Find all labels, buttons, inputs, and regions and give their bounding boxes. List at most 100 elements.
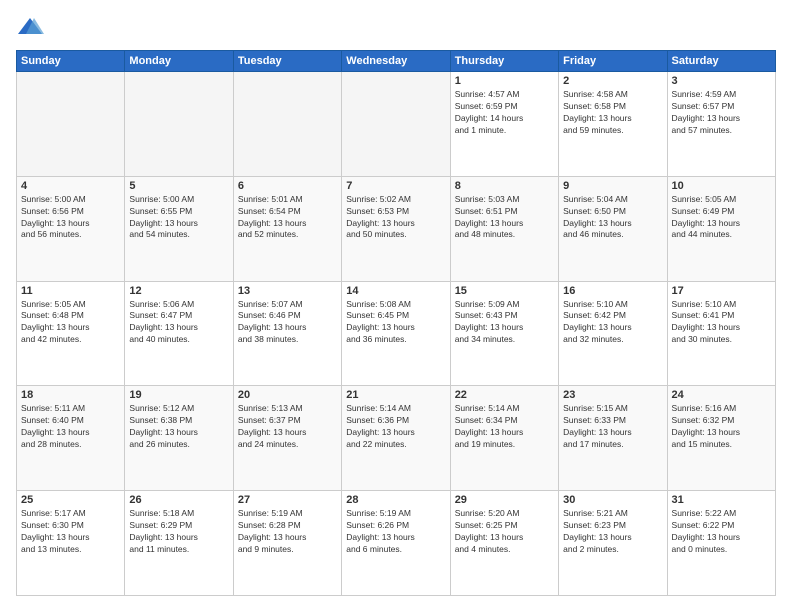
- day-info: Sunrise: 5:14 AM Sunset: 6:34 PM Dayligh…: [455, 403, 554, 451]
- day-cell: 7Sunrise: 5:02 AM Sunset: 6:53 PM Daylig…: [342, 176, 450, 281]
- day-cell: [233, 72, 341, 177]
- logo-icon: [16, 16, 44, 40]
- day-cell: 19 Sunrise: 5:12 AM Sunset: 6:38 PM Dayli…: [125, 386, 233, 491]
- day-info: Sunrise: 5:14 AM Sunset: 6:36 PM Dayligh…: [346, 403, 445, 451]
- day-cell: 26 Sunrise: 5:18 AM Sunset: 6:29 PM Dayli…: [125, 491, 233, 596]
- day-number: 2: [563, 75, 662, 87]
- day-cell: 17 Sunrise: 5:10 AM Sunset: 6:41 PM Dayli…: [667, 281, 775, 386]
- day-cell: 31 Sunrise: 5:22 AM Sunset: 6:22 PM Dayli…: [667, 491, 775, 596]
- day-cell: 18Sunrise: 5:11 AM Sunset: 6:40 PM Dayli…: [17, 386, 125, 491]
- day-info: Sunrise: 5:22 AM Sunset: 6:22 PM Dayligh…: [672, 508, 771, 556]
- day-info: Sunrise: 5:21 AM Sunset: 6:23 PM Dayligh…: [563, 508, 662, 556]
- header: [16, 16, 776, 40]
- day-info: Sunrise: 5:11 AM Sunset: 6:40 PM Dayligh…: [21, 403, 120, 451]
- day-cell: 5 Sunrise: 5:00 AM Sunset: 6:55 PM Daylig…: [125, 176, 233, 281]
- weekday-wednesday: Wednesday: [342, 51, 450, 72]
- day-info: Sunrise: 5:19 AM Sunset: 6:26 PM Dayligh…: [346, 508, 445, 556]
- day-cell: 21 Sunrise: 5:14 AM Sunset: 6:36 PM Dayli…: [342, 386, 450, 491]
- day-number: 16: [563, 285, 662, 297]
- weekday-monday: Monday: [125, 51, 233, 72]
- weekday-sunday: Sunday: [17, 51, 125, 72]
- day-number: 29: [455, 494, 554, 506]
- day-number: 28: [346, 494, 445, 506]
- logo: [16, 16, 48, 40]
- day-number: 26: [129, 494, 228, 506]
- day-info: Sunrise: 5:05 AM Sunset: 6:49 PM Dayligh…: [672, 194, 771, 242]
- day-info: Sunrise: 5:15 AM Sunset: 6:33 PM Dayligh…: [563, 403, 662, 451]
- day-cell: 16 Sunrise: 5:10 AM Sunset: 6:42 PM Dayli…: [559, 281, 667, 386]
- day-cell: 20Sunrise: 5:13 AM Sunset: 6:37 PM Dayli…: [233, 386, 341, 491]
- day-cell: 15Sunrise: 5:09 AM Sunset: 6:43 PM Dayli…: [450, 281, 558, 386]
- day-number: 9: [563, 180, 662, 192]
- weekday-tuesday: Tuesday: [233, 51, 341, 72]
- day-cell: 3 Sunrise: 4:59 AM Sunset: 6:57 PM Daylig…: [667, 72, 775, 177]
- day-cell: 4 Sunrise: 5:00 AM Sunset: 6:56 PM Daylig…: [17, 176, 125, 281]
- day-info: Sunrise: 5:00 AM Sunset: 6:56 PM Dayligh…: [21, 194, 120, 242]
- weekday-saturday: Saturday: [667, 51, 775, 72]
- day-cell: 2 Sunrise: 4:58 AM Sunset: 6:58 PM Daylig…: [559, 72, 667, 177]
- day-number: 25: [21, 494, 120, 506]
- day-number: 3: [672, 75, 771, 87]
- day-cell: 22 Sunrise: 5:14 AM Sunset: 6:34 PM Dayli…: [450, 386, 558, 491]
- day-cell: 30 Sunrise: 5:21 AM Sunset: 6:23 PM Dayli…: [559, 491, 667, 596]
- day-info: Sunrise: 5:19 AM Sunset: 6:28 PM Dayligh…: [238, 508, 337, 556]
- day-number: 19: [129, 389, 228, 401]
- calendar-table: SundayMondayTuesdayWednesdayThursdayFrid…: [16, 50, 776, 596]
- day-info: Sunrise: 5:12 AM Sunset: 6:38 PM Dayligh…: [129, 403, 228, 451]
- week-row-4: 25 Sunrise: 5:17 AM Sunset: 6:30 PM Dayli…: [17, 491, 776, 596]
- day-info: Sunrise: 5:16 AM Sunset: 6:32 PM Dayligh…: [672, 403, 771, 451]
- day-number: 13: [238, 285, 337, 297]
- day-cell: 23 Sunrise: 5:15 AM Sunset: 6:33 PM Dayli…: [559, 386, 667, 491]
- day-info: Sunrise: 5:10 AM Sunset: 6:42 PM Dayligh…: [563, 299, 662, 347]
- day-info: Sunrise: 5:10 AM Sunset: 6:41 PM Dayligh…: [672, 299, 771, 347]
- week-row-1: 4 Sunrise: 5:00 AM Sunset: 6:56 PM Daylig…: [17, 176, 776, 281]
- day-number: 23: [563, 389, 662, 401]
- weekday-thursday: Thursday: [450, 51, 558, 72]
- day-info: Sunrise: 4:59 AM Sunset: 6:57 PM Dayligh…: [672, 89, 771, 137]
- week-row-2: 11 Sunrise: 5:05 AM Sunset: 6:48 PM Dayli…: [17, 281, 776, 386]
- day-number: 30: [563, 494, 662, 506]
- day-cell: [17, 72, 125, 177]
- day-info: Sunrise: 5:18 AM Sunset: 6:29 PM Dayligh…: [129, 508, 228, 556]
- day-cell: 27Sunrise: 5:19 AM Sunset: 6:28 PM Dayli…: [233, 491, 341, 596]
- day-number: 5: [129, 180, 228, 192]
- day-info: Sunrise: 5:17 AM Sunset: 6:30 PM Dayligh…: [21, 508, 120, 556]
- day-cell: [125, 72, 233, 177]
- day-info: Sunrise: 5:05 AM Sunset: 6:48 PM Dayligh…: [21, 299, 120, 347]
- day-info: Sunrise: 5:07 AM Sunset: 6:46 PM Dayligh…: [238, 299, 337, 347]
- day-cell: 12Sunrise: 5:06 AM Sunset: 6:47 PM Dayli…: [125, 281, 233, 386]
- day-info: Sunrise: 5:00 AM Sunset: 6:55 PM Dayligh…: [129, 194, 228, 242]
- day-number: 4: [21, 180, 120, 192]
- week-row-3: 18Sunrise: 5:11 AM Sunset: 6:40 PM Dayli…: [17, 386, 776, 491]
- day-number: 22: [455, 389, 554, 401]
- day-info: Sunrise: 4:58 AM Sunset: 6:58 PM Dayligh…: [563, 89, 662, 137]
- weekday-header-row: SundayMondayTuesdayWednesdayThursdayFrid…: [17, 51, 776, 72]
- day-cell: 28 Sunrise: 5:19 AM Sunset: 6:26 PM Dayli…: [342, 491, 450, 596]
- day-number: 7: [346, 180, 445, 192]
- day-info: Sunrise: 4:57 AM Sunset: 6:59 PM Dayligh…: [455, 89, 554, 137]
- day-info: Sunrise: 5:01 AM Sunset: 6:54 PM Dayligh…: [238, 194, 337, 242]
- day-info: Sunrise: 5:04 AM Sunset: 6:50 PM Dayligh…: [563, 194, 662, 242]
- page: SundayMondayTuesdayWednesdayThursdayFrid…: [0, 0, 792, 612]
- day-number: 17: [672, 285, 771, 297]
- day-info: Sunrise: 5:08 AM Sunset: 6:45 PM Dayligh…: [346, 299, 445, 347]
- day-cell: [342, 72, 450, 177]
- day-cell: 29Sunrise: 5:20 AM Sunset: 6:25 PM Dayli…: [450, 491, 558, 596]
- day-cell: 11 Sunrise: 5:05 AM Sunset: 6:48 PM Dayli…: [17, 281, 125, 386]
- weekday-friday: Friday: [559, 51, 667, 72]
- week-row-0: 1 Sunrise: 4:57 AM Sunset: 6:59 PM Daylig…: [17, 72, 776, 177]
- day-number: 12: [129, 285, 228, 297]
- day-number: 11: [21, 285, 120, 297]
- day-info: Sunrise: 5:13 AM Sunset: 6:37 PM Dayligh…: [238, 403, 337, 451]
- day-number: 1: [455, 75, 554, 87]
- day-number: 21: [346, 389, 445, 401]
- day-cell: 14 Sunrise: 5:08 AM Sunset: 6:45 PM Dayli…: [342, 281, 450, 386]
- day-number: 14: [346, 285, 445, 297]
- day-number: 24: [672, 389, 771, 401]
- day-number: 8: [455, 180, 554, 192]
- day-number: 10: [672, 180, 771, 192]
- day-cell: 6Sunrise: 5:01 AM Sunset: 6:54 PM Daylig…: [233, 176, 341, 281]
- day-cell: 9 Sunrise: 5:04 AM Sunset: 6:50 PM Daylig…: [559, 176, 667, 281]
- day-cell: 8Sunrise: 5:03 AM Sunset: 6:51 PM Daylig…: [450, 176, 558, 281]
- day-number: 31: [672, 494, 771, 506]
